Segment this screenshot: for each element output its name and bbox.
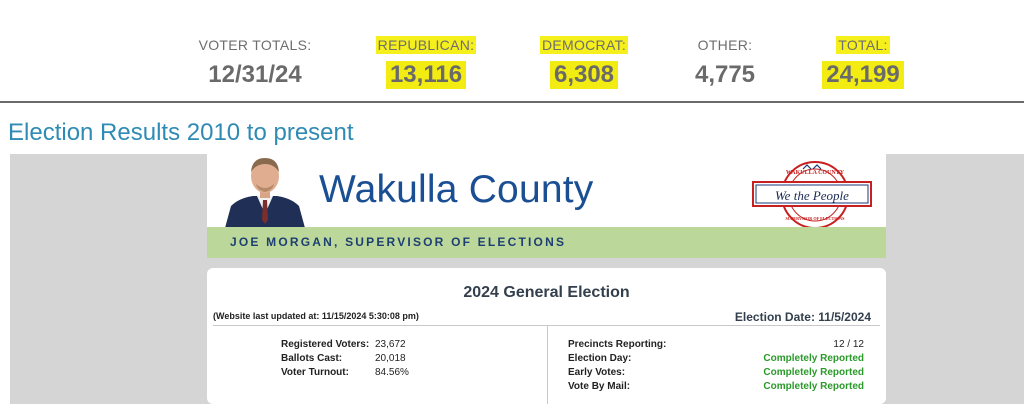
- voter-totals-column: VOTER TOTALS: 12/31/24: [196, 36, 314, 89]
- early-votes-status: Completely Reported: [763, 367, 864, 378]
- election-day-status: Completely Reported: [763, 353, 864, 364]
- supervisor-photo: [219, 154, 311, 228]
- last-updated-text: (Website last updated at: 11/15/2024 5:3…: [213, 311, 419, 321]
- supervisor-bar: JOE MORGAN, SUPERVISOR OF ELECTIONS: [207, 227, 886, 258]
- supervisor-title: JOE MORGAN, SUPERVISOR OF ELECTIONS: [230, 235, 567, 249]
- seal-script-text: We the People: [775, 188, 849, 203]
- results-heading-link[interactable]: Election Results 2010 to present: [8, 119, 354, 147]
- election-title: 2024 General Election: [463, 284, 630, 301]
- seal-top-text: WAKULLA COUNTY: [786, 170, 845, 176]
- voter-totals-bar: VOTER TOTALS: 12/31/24 REPUBLICAN: 13,11…: [0, 0, 1024, 104]
- total-column: TOTAL: 24,199: [814, 36, 912, 89]
- voter-turnout-label: Voter Turnout:: [281, 367, 349, 378]
- republican-label: REPUBLICAN:: [375, 36, 477, 54]
- seal-logo: WAKULLA COUNTY We the People SUPERVISOR …: [752, 161, 872, 229]
- county-name: Wakulla County: [319, 168, 594, 211]
- republican-column: REPUBLICAN: 13,116: [374, 36, 478, 89]
- election-day-label: Election Day:: [568, 353, 632, 364]
- total-count: 24,199: [822, 61, 904, 89]
- voter-totals-label: VOTER TOTALS:: [198, 37, 312, 53]
- voter-turnout-value: 84.56%: [375, 367, 409, 378]
- other-column: OTHER: 4,775: [686, 36, 764, 89]
- republican-count: 13,116: [385, 61, 467, 89]
- total-label: TOTAL:: [836, 36, 890, 54]
- early-votes-label: Early Votes:: [568, 367, 626, 378]
- voter-totals-date: 12/31/24: [208, 61, 302, 88]
- other-count: 4,775: [694, 61, 756, 88]
- county-banner: Wakulla County WAKULLA COUNTY We the Peo…: [207, 154, 886, 258]
- ballots-cast-value: 20,018: [375, 353, 406, 364]
- election-date: Election Date: 11/5/2024: [734, 310, 871, 324]
- election-summary-card: 2024 General Election (Website last upda…: [207, 268, 886, 404]
- precincts-reporting-label: Precincts Reporting:: [568, 339, 667, 350]
- other-label: OTHER:: [697, 37, 753, 53]
- registered-voters-label: Registered Voters:: [281, 339, 370, 350]
- vote-by-mail-label: Vote By Mail:: [568, 381, 631, 392]
- democrat-count: 6,308: [549, 61, 619, 89]
- seal-bottom-text: SUPERVISOR OF ELECTIONS: [785, 216, 845, 221]
- registered-voters-value: 23,672: [375, 339, 406, 350]
- democrat-label: DEMOCRAT:: [539, 36, 629, 54]
- column-divider: [547, 326, 548, 404]
- divider: [0, 101, 1024, 103]
- democrat-column: DEMOCRAT: 6,308: [537, 36, 631, 89]
- vote-by-mail-status: Completely Reported: [763, 381, 864, 392]
- precincts-reporting-value: 12 / 12: [833, 339, 864, 350]
- ballots-cast-label: Ballots Cast:: [281, 353, 343, 364]
